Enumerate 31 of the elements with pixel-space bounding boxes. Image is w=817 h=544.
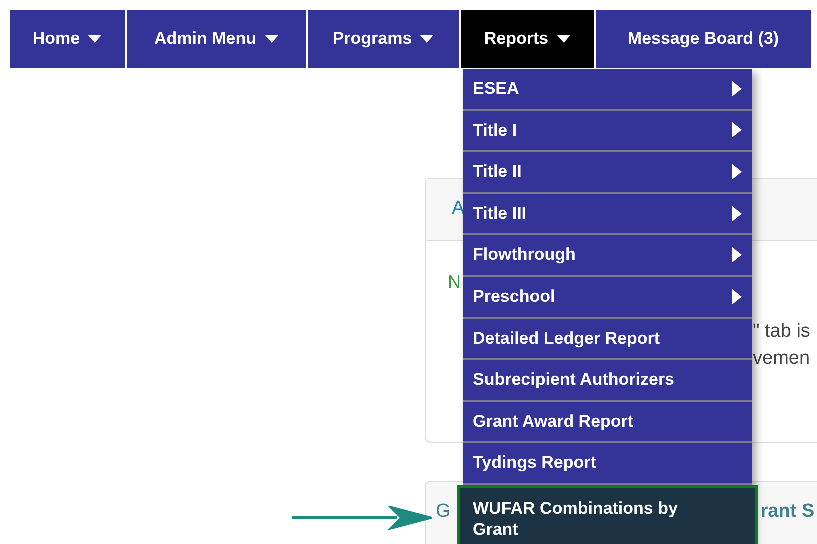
menu-item[interactable]: Title III [463,194,752,236]
body-text: " tab is [753,320,812,344]
caret-down-icon [556,35,571,43]
nav-tab[interactable]: Admin Menu [127,10,308,68]
menu-item[interactable]: Title II [463,152,752,194]
caret-right-icon [732,164,742,180]
caret-right-icon [732,80,742,97]
caret-right-icon [732,247,742,264]
menu-item[interactable]: Title I [463,110,752,152]
nav-tab[interactable]: Home [10,10,127,68]
notice-text: N [448,272,461,292]
caret-right-icon [732,122,742,138]
caret-right-icon [732,206,742,222]
menu-item[interactable]: Grant Award Report [463,402,752,444]
menu-item[interactable]: Subrecipient Authorizers [463,360,752,402]
menu-item[interactable]: Flowthrough [463,235,752,277]
card-title: G [436,500,451,524]
menu-item[interactable]: Preschool [463,276,752,319]
card-title: rant S [760,500,815,524]
nav-tab[interactable]: Reports [461,10,596,68]
body-text: vemen [753,347,812,371]
caret-down-icon [420,35,434,43]
arrow-icon [292,506,432,530]
nav-tab[interactable]: Programs [308,10,461,68]
menu-item[interactable]: WUFAR Combinations by Grant [457,484,758,544]
caret-down-icon [264,35,278,43]
menu-item[interactable]: Detailed Ledger Report [463,318,752,360]
caret-down-icon [88,35,102,43]
nav-tab[interactable]: Message Board (3) [596,10,813,68]
caret-right-icon [732,288,742,305]
menu-item[interactable]: ESEA [463,69,752,111]
